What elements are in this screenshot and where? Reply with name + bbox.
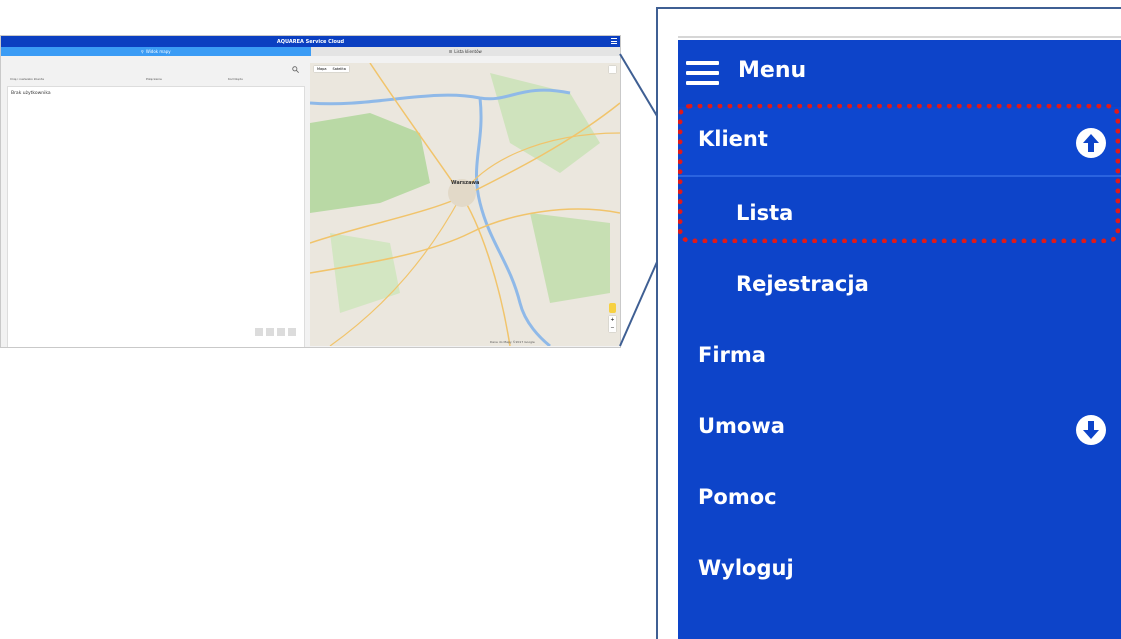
tab-map-view[interactable]: ⚲ Widok mapy xyxy=(1,47,311,56)
map-attribution: Dane do Mapy ©2017 Google xyxy=(490,340,535,344)
menu-item-label: Rejestracja xyxy=(736,272,869,296)
menu-item-lista[interactable]: Lista xyxy=(678,181,1121,251)
street-view-pegman-icon[interactable] xyxy=(609,303,616,313)
column-header[interactable]: Połączenie xyxy=(146,77,162,81)
browser-edge xyxy=(678,9,1121,40)
menu-item-umowa[interactable]: Umowa xyxy=(678,394,1121,464)
hamburger-icon[interactable] xyxy=(686,61,719,85)
side-menu: Menu Klient Lista Rejestracja Firma Umow… xyxy=(678,40,1121,639)
pagination xyxy=(255,328,296,336)
app-title: AQUAREA Service Cloud xyxy=(276,38,345,45)
table-header: Imię i nazwisko klienta Połączenie Kod b… xyxy=(10,77,300,83)
fullscreen-icon[interactable] xyxy=(609,66,616,73)
tab-customer-list[interactable]: ☰ Lista klientów xyxy=(310,47,620,56)
column-header[interactable]: Imię i nazwisko klienta xyxy=(10,77,44,81)
map-type-control: Mapa Satelita xyxy=(314,66,349,72)
person-icon: ⚲ xyxy=(140,49,144,54)
menu-item-firma[interactable]: Firma xyxy=(678,323,1121,393)
empty-list-message: Brak użytkownika xyxy=(11,91,51,96)
menu-item-label: Lista xyxy=(736,201,794,225)
map-city-label: Warszawa xyxy=(451,180,480,186)
first-page-button[interactable] xyxy=(255,328,263,336)
map-type-satellite-button[interactable]: Satelita xyxy=(330,66,349,72)
prev-page-button[interactable] xyxy=(266,328,274,336)
menu-item-label: Umowa xyxy=(698,414,785,438)
tab-list-label: Lista klientów xyxy=(454,49,482,54)
menu-item-label: Firma xyxy=(698,343,766,367)
menu-item-rejestracja[interactable]: Rejestracja xyxy=(678,252,1121,322)
map[interactable]: Mapa Satelita Warszawa + − Dane do Mapy ©… xyxy=(310,63,620,346)
list-icon: ☰ xyxy=(448,49,453,54)
menu-item-wyloguj[interactable]: Wyloguj xyxy=(678,536,1121,606)
app-screenshot: AQUAREA Service Cloud ⚲ Widok mapy ☰ Lis… xyxy=(0,35,621,348)
arrow-up-circle-icon[interactable] xyxy=(1076,128,1106,158)
menu-item-pomoc[interactable]: Pomoc xyxy=(678,465,1121,535)
search-icon[interactable] xyxy=(292,66,299,73)
menu-item-label: Klient xyxy=(698,127,768,151)
menu-header: Menu xyxy=(678,40,1121,107)
arrow-down-circle-icon[interactable] xyxy=(1076,415,1106,445)
customer-list: Brak użytkownika xyxy=(7,86,305,347)
map-type-map-button[interactable]: Mapa xyxy=(314,66,330,72)
tab-map-label: Widok mapy xyxy=(145,49,171,54)
zoomed-menu-callout: Menu Klient Lista Rejestracja Firma Umow… xyxy=(656,7,1121,639)
menu-item-label: Wyloguj xyxy=(698,556,794,580)
last-page-button[interactable] xyxy=(288,328,296,336)
map-zoom-control[interactable]: + − xyxy=(609,316,616,332)
hamburger-menu-icon[interactable] xyxy=(611,38,617,44)
column-header[interactable]: Kod błędu xyxy=(228,77,243,81)
menu-item-label: Pomoc xyxy=(698,485,777,509)
map-terrain xyxy=(310,63,620,346)
app-tabs: ⚲ Widok mapy ☰ Lista klientów xyxy=(1,47,620,56)
app-header: AQUAREA Service Cloud xyxy=(1,36,620,47)
menu-title: Menu xyxy=(738,58,807,83)
next-page-button[interactable] xyxy=(277,328,285,336)
menu-item-klient[interactable]: Klient xyxy=(678,107,1121,177)
